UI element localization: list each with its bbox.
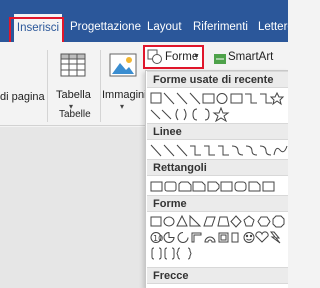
table-label: Tabella bbox=[56, 89, 91, 101]
basic-shapes-row-3[interactable] bbox=[150, 246, 288, 261]
shapes-icon bbox=[147, 49, 162, 64]
smartart-button[interactable]: SmartArt bbox=[228, 51, 273, 63]
chevron-down-icon: ▼ bbox=[193, 53, 200, 60]
recent-shapes-row-2[interactable] bbox=[150, 107, 288, 122]
basic-shapes-row-2[interactable]: 10 bbox=[150, 230, 288, 245]
shapes-gallery: Forme usate di recente Linee Rettangoli … bbox=[145, 70, 288, 288]
table-icon bbox=[60, 53, 86, 77]
svg-text:10: 10 bbox=[153, 234, 163, 243]
group-divider bbox=[47, 50, 48, 122]
smartart-icon bbox=[214, 54, 226, 64]
tab-lettere[interactable]: Lettere bbox=[258, 21, 288, 33]
ribbon-tab-bar: Inserisci Progettazione Layout Riferimen… bbox=[0, 6, 288, 48]
tab-layout[interactable]: Layout bbox=[147, 21, 182, 33]
lines-row[interactable] bbox=[150, 143, 288, 158]
rectangles-row[interactable] bbox=[150, 179, 288, 194]
page-break-label[interactable]: di pagina bbox=[0, 91, 45, 103]
table-button[interactable]: Tabella ▾ bbox=[55, 50, 91, 111]
section-header-lines: Linee bbox=[147, 123, 288, 140]
group-divider bbox=[100, 50, 101, 122]
section-header-arrows: Frecce bbox=[147, 267, 288, 284]
tab-riferimenti[interactable]: Riferimenti bbox=[193, 21, 248, 33]
section-header-rectangles: Rettangoli bbox=[147, 159, 288, 176]
images-label: Immagini bbox=[102, 89, 147, 101]
tab-progettazione[interactable]: Progettazione bbox=[70, 21, 141, 33]
section-header-shapes: Forme bbox=[147, 195, 288, 212]
images-button[interactable]: Immagini ▾ bbox=[102, 50, 147, 111]
picture-icon bbox=[109, 53, 137, 77]
word-window: Inserisci Progettazione Layout Riferimen… bbox=[0, 0, 288, 288]
basic-shapes-row-1[interactable] bbox=[150, 214, 288, 229]
tables-group-label: Tabelle bbox=[59, 109, 91, 120]
section-header-recent: Forme usate di recente bbox=[147, 71, 288, 88]
chevron-down-icon: ▾ bbox=[120, 102, 125, 111]
shapes-button[interactable]: Forme ▼ bbox=[143, 45, 204, 69]
recent-shapes-row[interactable] bbox=[150, 91, 288, 106]
